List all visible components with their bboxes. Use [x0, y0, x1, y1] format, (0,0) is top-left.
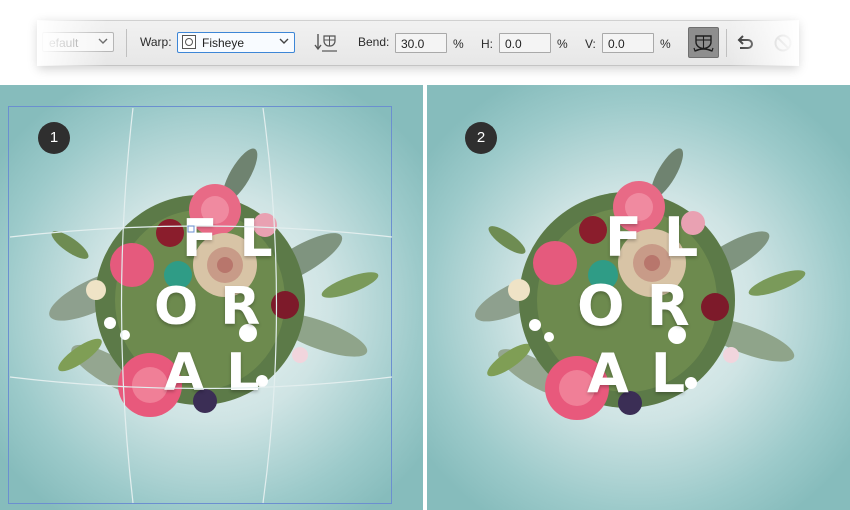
- floral-word-line-2: OR: [577, 274, 712, 339]
- chevron-down-icon: [279, 38, 289, 44]
- step-badge-2: 2: [465, 122, 497, 154]
- horizontal-distortion-value: 0.0: [505, 37, 522, 51]
- floral-word-line-1: FL: [605, 206, 721, 269]
- vertical-distortion-value: 0.0: [608, 37, 625, 51]
- bend-label: Bend:: [358, 35, 390, 49]
- h-percent-label: %: [557, 37, 568, 51]
- canvas-step-2[interactable]: FL OR AL 2: [427, 85, 850, 510]
- bend-percent-label: %: [453, 37, 464, 51]
- bend-input[interactable]: 30.0: [395, 33, 447, 53]
- warp-label: Warp:: [140, 35, 172, 49]
- warp-style-select[interactable]: Fisheye: [177, 32, 295, 53]
- bend-value: 30.0: [401, 37, 425, 51]
- warp-style-value: Fisheye: [202, 36, 245, 50]
- toolbar-divider: [126, 29, 127, 57]
- split-warp-icon: [693, 35, 714, 52]
- v-percent-label: %: [660, 37, 671, 51]
- toolbar-divider: [726, 29, 727, 57]
- floral-word-line-3: AL: [587, 342, 708, 405]
- horizontal-distortion-label: H:: [481, 37, 493, 51]
- horizontal-distortion-input[interactable]: 0.0: [499, 33, 551, 53]
- change-orientation-icon[interactable]: [314, 31, 338, 55]
- options-bar-area: efault Warp: Fisheye Bend: 30.0 %: [0, 0, 850, 84]
- vertical-distortion-input[interactable]: 0.0: [602, 33, 654, 53]
- canvas-step-1[interactable]: FL OR AL 1: [0, 85, 423, 510]
- toolbar-fade-left: [37, 20, 107, 66]
- warp-options-bar: efault Warp: Fisheye Bend: 30.0 %: [37, 20, 799, 66]
- step-badge-1: 1: [38, 122, 70, 154]
- toggle-warp-mode-button[interactable]: [688, 27, 719, 58]
- warp-style-icon: [182, 35, 196, 49]
- toolbar-fade-right: [729, 20, 799, 66]
- vertical-distortion-label: V:: [585, 37, 596, 51]
